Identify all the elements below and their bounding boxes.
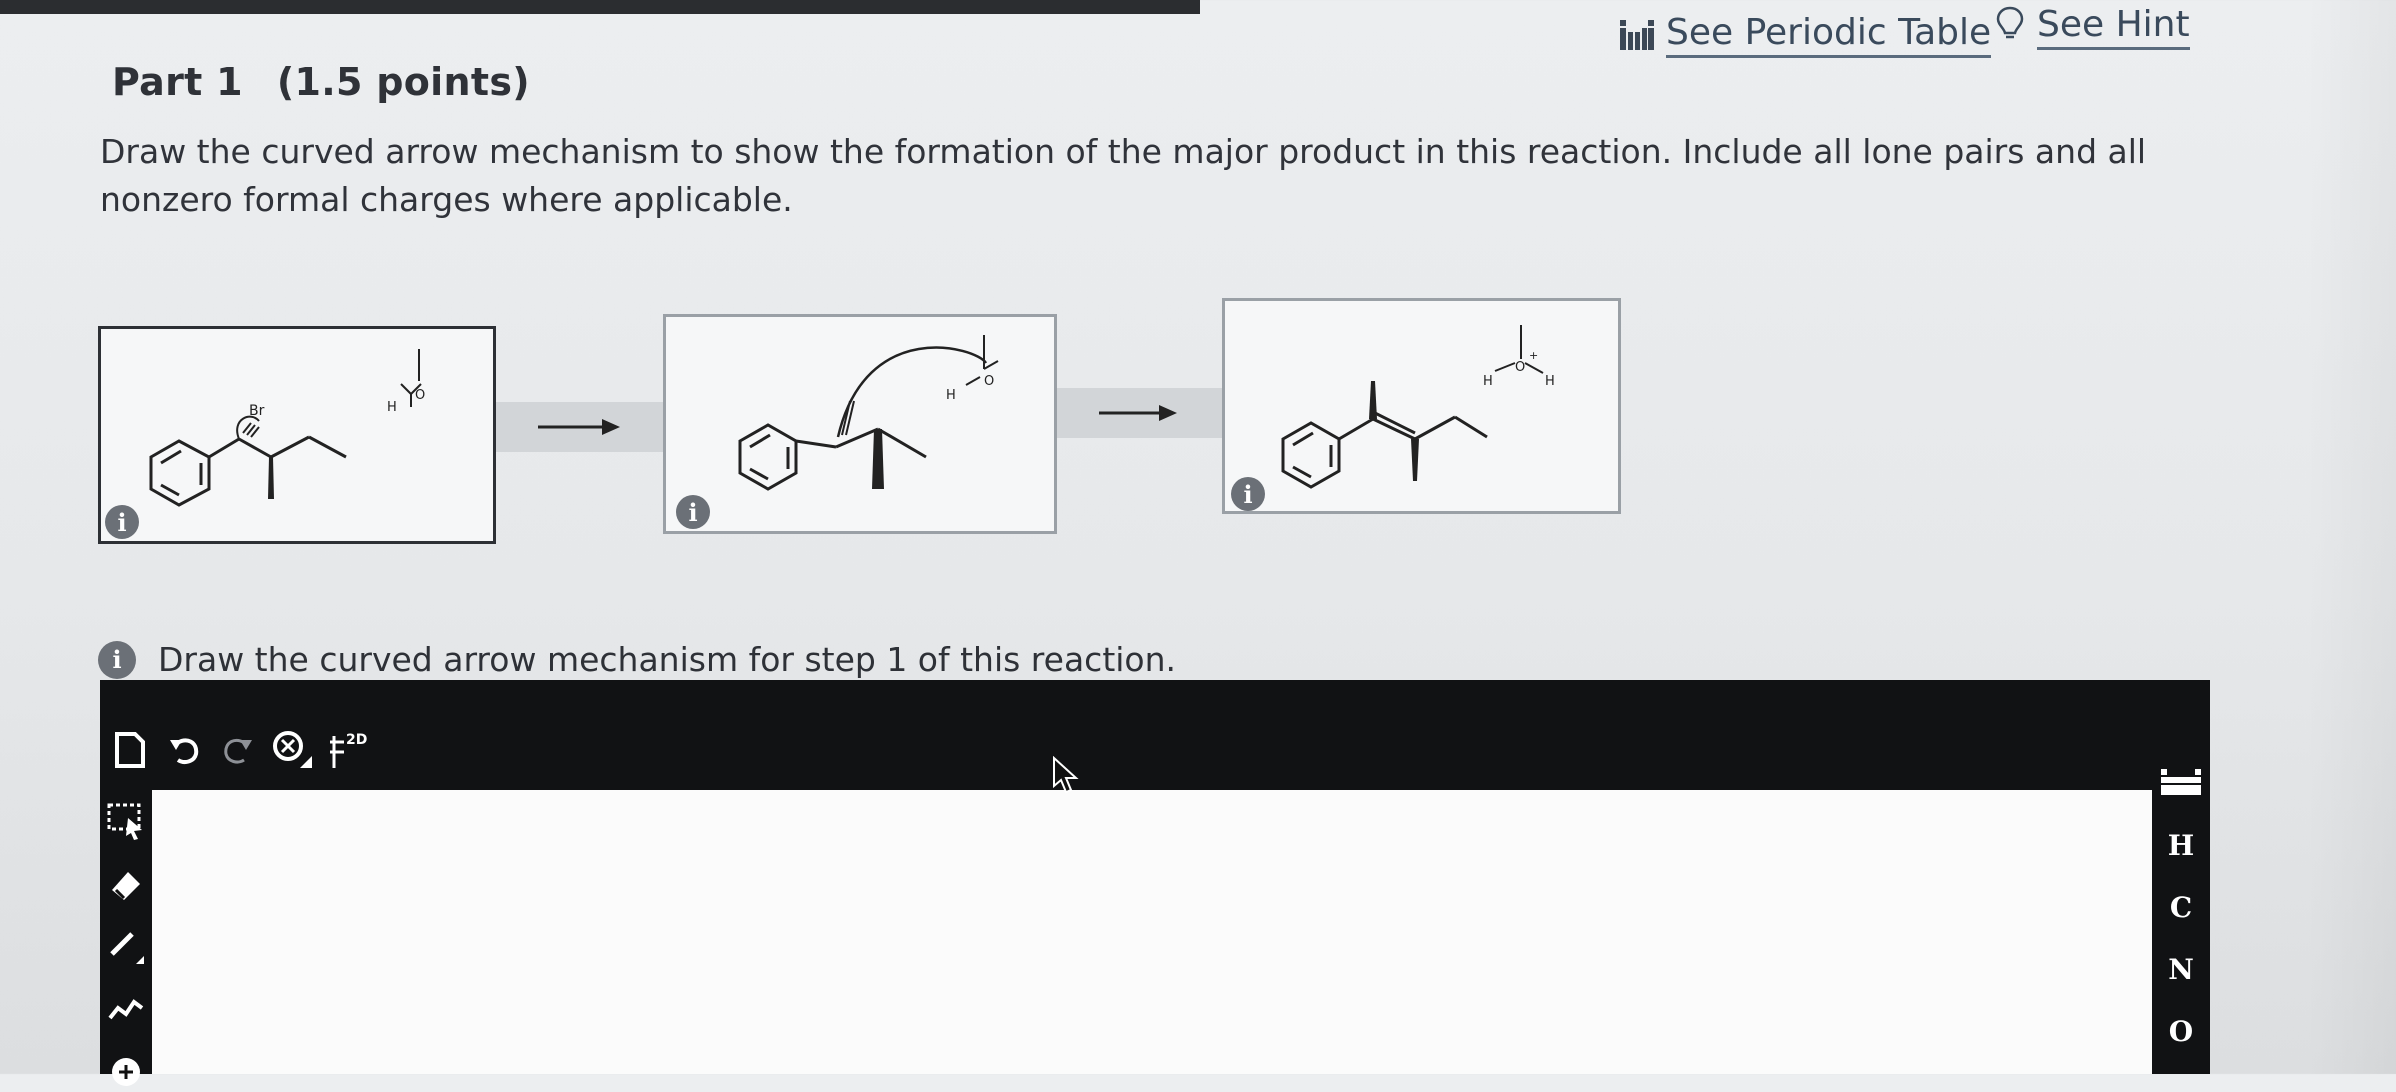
bromine-label: Br xyxy=(249,403,265,419)
step-text: Draw the curved arrow mechanism for step… xyxy=(158,640,1177,679)
wedge-bond xyxy=(268,457,274,499)
see-periodic-table-label: See Periodic Table xyxy=(1666,12,1992,58)
hydronium-h2-label: H xyxy=(1545,374,1555,389)
eraser-icon[interactable] xyxy=(104,862,148,906)
reaction-step-2-card[interactable]: H O i xyxy=(663,314,1057,534)
charge-label: + xyxy=(1529,349,1538,362)
see-hint-label: See Hint xyxy=(2037,4,2190,50)
element-h-button[interactable]: H xyxy=(2159,827,2203,863)
water-o-label: O xyxy=(984,374,994,389)
reaction-arrow-2 xyxy=(1057,388,1222,438)
editor-toolbar: 2D xyxy=(100,680,2210,790)
charge-plus-icon[interactable] xyxy=(104,1048,148,1092)
page-edge-shadow xyxy=(2306,0,2396,1074)
hydronium-o-label: O xyxy=(1515,360,1525,375)
element-c-button[interactable]: C xyxy=(2159,889,2203,925)
wedge-bond-up xyxy=(1369,381,1377,419)
reactant-structure: Br H O xyxy=(149,349,425,507)
reaction-step-3-card[interactable]: H O + H i xyxy=(1222,298,1621,514)
step-instruction: i Draw the curved arrow mechanism for st… xyxy=(98,640,1176,679)
redo-icon[interactable] xyxy=(216,728,260,772)
chain-icon[interactable] xyxy=(104,986,148,1030)
info-icon[interactable]: i xyxy=(676,495,710,529)
reaction-step-1-card[interactable]: Br H O i xyxy=(98,326,496,544)
info-icon[interactable]: i xyxy=(1231,477,1265,511)
question-text: Draw the curved arrow mechanism to show … xyxy=(100,132,2147,219)
2d-clean-icon[interactable]: 2D xyxy=(324,728,368,772)
structure-editor: 2D H C N O xyxy=(100,680,2210,1086)
top-dark-strip xyxy=(0,0,1200,14)
water-h-label: H xyxy=(387,400,397,415)
water-o-label: O xyxy=(415,388,425,403)
bond-single-icon[interactable] xyxy=(104,924,148,968)
part-title: Part 1 (1.5 points) xyxy=(112,60,530,104)
2d-label: 2D xyxy=(346,732,367,748)
part-label: Part 1 xyxy=(112,60,243,104)
editor-left-toolbar xyxy=(100,800,152,1092)
hydronium-h1-label: H xyxy=(1483,374,1493,389)
info-icon[interactable]: i xyxy=(98,640,136,679)
wedge-bond xyxy=(872,429,884,489)
drawing-canvas[interactable] xyxy=(152,790,2152,1074)
new-document-icon[interactable] xyxy=(108,728,152,772)
wedge-bond-down xyxy=(1411,439,1419,481)
zoom-clear-icon[interactable] xyxy=(270,728,314,772)
intermediate-structure: H O xyxy=(738,335,999,491)
element-palette: H C N O xyxy=(2152,755,2210,1049)
see-hint-link[interactable]: See Hint xyxy=(1995,4,2190,50)
element-n-button[interactable]: N xyxy=(2159,951,2203,987)
undo-icon[interactable] xyxy=(162,728,206,772)
periodic-table-icon xyxy=(1620,20,1654,50)
points-label: (1.5 points) xyxy=(276,60,530,104)
periodic-table-icon[interactable] xyxy=(2159,765,2203,801)
select-lasso-icon[interactable] xyxy=(104,800,148,844)
see-periodic-table-link[interactable]: See Periodic Table xyxy=(1620,12,1992,58)
lightbulb-icon xyxy=(1995,5,2025,50)
water-h-label: H xyxy=(946,388,956,403)
product-structure: H O + H xyxy=(1281,325,1555,489)
info-icon[interactable]: i xyxy=(105,505,139,539)
reaction-arrow-1 xyxy=(496,402,664,452)
mouse-cursor-icon xyxy=(1052,755,1080,798)
element-o-button[interactable]: O xyxy=(2159,1013,2203,1049)
curved-arrow xyxy=(836,346,988,438)
